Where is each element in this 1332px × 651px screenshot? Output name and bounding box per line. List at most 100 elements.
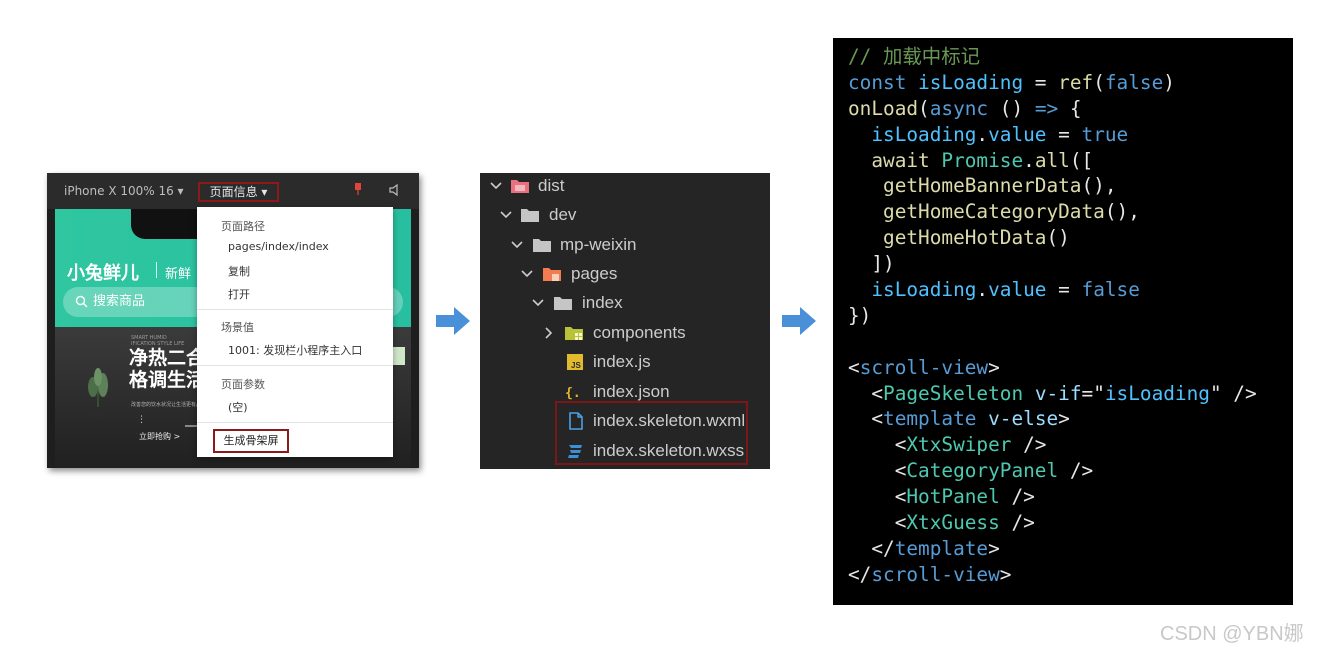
js-file-icon: JS xyxy=(567,354,583,370)
code-token: /> xyxy=(999,511,1035,535)
buy-now-link[interactable]: 立即抢购 > xyxy=(139,431,180,442)
code-token: template xyxy=(894,536,989,560)
params-header: 页面参数 xyxy=(221,378,265,391)
code-token: const xyxy=(848,70,919,94)
code-token: ( xyxy=(918,96,930,120)
code-token: false xyxy=(1104,70,1164,94)
code-token: " /> xyxy=(1209,381,1257,405)
code-token: scroll-view xyxy=(871,562,1000,586)
code-line: <XtxSwiper /> xyxy=(848,432,1293,458)
app-logo: 小兔鲜儿 xyxy=(67,263,139,284)
code-token: . xyxy=(1023,148,1035,172)
code-token: . xyxy=(976,122,989,146)
code-token: XtxGuess xyxy=(906,511,1000,535)
tree-label: components xyxy=(593,323,686,342)
code-token: PageSkeleton xyxy=(883,381,1024,405)
pin-icon[interactable] xyxy=(354,183,362,195)
code-token: > xyxy=(1058,407,1070,431)
code-token: getHomeBannerData xyxy=(848,174,1082,198)
watermark: CSDN @YBN娜 xyxy=(1160,623,1304,645)
code-snippet: // 加载中标记 const isLoading = ref(false) onLo… xyxy=(833,38,1293,605)
code-token: onLoad xyxy=(848,96,919,120)
copy-menu-item[interactable]: 复制 xyxy=(228,263,250,279)
code-line: onLoad(async () => { xyxy=(848,96,1293,122)
code-token: > xyxy=(988,355,1000,379)
code-token: getHomeCategoryData xyxy=(848,200,1105,224)
code-token: scroll-view xyxy=(859,355,989,379)
code-line: getHomeBannerData(), xyxy=(848,173,1293,199)
folder-icon xyxy=(521,209,539,222)
code-token: isLoading xyxy=(848,122,977,146)
chevron-down-icon xyxy=(511,241,523,249)
right-arrow-icon xyxy=(782,307,816,335)
chevron-down-icon xyxy=(490,182,502,190)
chevron-down-icon xyxy=(521,270,533,278)
code-token: template xyxy=(883,407,977,431)
code-token: }) xyxy=(848,303,872,327)
banner-dots: ⋮ xyxy=(137,415,146,425)
code-token: > xyxy=(988,536,1000,560)
code-token: () xyxy=(1046,226,1070,250)
code-token: < xyxy=(848,381,884,405)
code-token: ([ xyxy=(1069,148,1094,172)
code-token: /> xyxy=(1011,433,1047,457)
tree-label: mp-weixin xyxy=(560,235,637,254)
code-token: </ xyxy=(848,536,895,560)
code-token: () xyxy=(988,96,1035,120)
speaker-icon[interactable] xyxy=(388,184,400,196)
code-token: ) xyxy=(1163,70,1175,94)
search-placeholder: 搜索商品 xyxy=(93,294,146,309)
code-token: true xyxy=(1081,122,1129,146)
code-line: getHomeCategoryData(), xyxy=(848,199,1293,225)
code-line: </template> xyxy=(848,536,1293,562)
device-selector[interactable]: iPhone X 100% 16 ▾ xyxy=(64,184,184,198)
menu-divider xyxy=(197,422,393,423)
code-line: <PageSkeleton v-if="isLoading" /> xyxy=(848,381,1293,407)
code-token: v-if xyxy=(1034,381,1082,405)
tree-label: index xyxy=(582,293,623,312)
code-line: // 加载中标记 xyxy=(848,44,1293,70)
code-token: > xyxy=(999,562,1012,586)
svg-text:JS: JS xyxy=(571,361,581,370)
code-token: await xyxy=(848,148,942,172)
path-value: pages/index/index xyxy=(228,240,329,253)
skeleton-files-highlight xyxy=(555,401,748,465)
code-token: XtxSwiper xyxy=(906,433,1012,457)
code-token: < xyxy=(848,433,907,457)
file-explorer: dist dev mp-weixin pages index component… xyxy=(480,173,770,469)
code-token: isLoading xyxy=(848,278,977,302)
code-token: < xyxy=(848,459,907,483)
code-token: < xyxy=(848,511,907,535)
open-menu-item[interactable]: 打开 xyxy=(228,286,250,302)
code-token: < xyxy=(848,355,860,379)
code-token: =" xyxy=(1081,381,1105,405)
code-token: value xyxy=(988,278,1047,302)
chevron-right-icon xyxy=(545,327,553,339)
code-token: Promise xyxy=(941,148,1024,172)
code-token: ref xyxy=(1058,70,1094,94)
code-token: value xyxy=(988,122,1047,146)
code-token: </ xyxy=(848,562,872,586)
code-token: ]) xyxy=(848,252,895,276)
folder-icon xyxy=(554,297,572,310)
code-token: HotPanel xyxy=(906,485,1000,509)
code-line: isLoading.value = true xyxy=(848,122,1293,148)
code-token: => xyxy=(1034,96,1059,120)
code-token: isLoading xyxy=(918,70,1024,94)
generate-skeleton-button[interactable]: 生成骨架屏 xyxy=(213,429,289,453)
code-token: ( xyxy=(1093,70,1105,94)
code-line: </scroll-view> xyxy=(848,562,1293,588)
menu-divider xyxy=(197,309,393,310)
tree-label: dev xyxy=(549,205,577,224)
scene-header: 场景值 xyxy=(221,321,254,334)
code-token: = xyxy=(1046,122,1082,146)
folder-special-icon xyxy=(511,180,529,193)
page-info-button[interactable]: 页面信息 ▾ xyxy=(198,182,279,202)
plant-image xyxy=(88,368,108,417)
code-token: /> xyxy=(1058,459,1094,483)
menu-divider xyxy=(197,365,393,366)
tree-label: dist xyxy=(538,176,565,195)
